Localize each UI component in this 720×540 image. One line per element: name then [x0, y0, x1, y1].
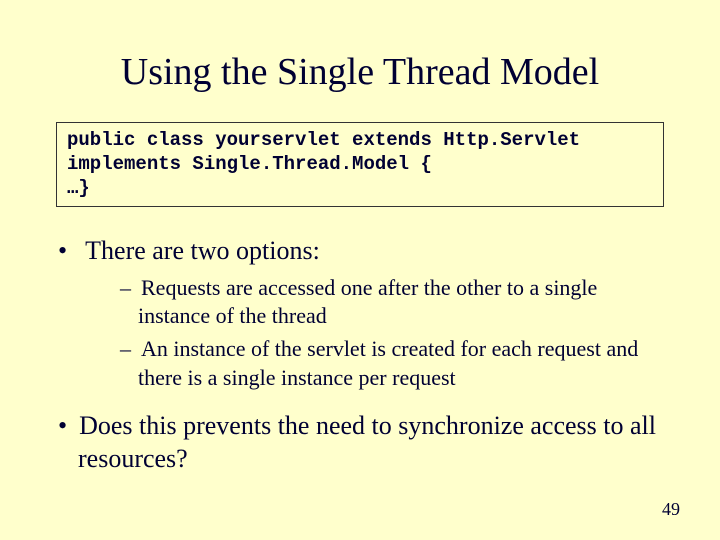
bullet-item: There are two options: Requests are acce… [50, 235, 670, 392]
bullet-item: Does this prevents the need to synchroni… [50, 410, 670, 475]
sub-bullet-item: Requests are accessed one after the othe… [118, 274, 670, 331]
sub-bullet-list: Requests are accessed one after the othe… [118, 274, 670, 392]
bullet-list: There are two options: Requests are acce… [50, 235, 670, 475]
bullet-text: There are two options: [85, 236, 320, 265]
page-number: 49 [662, 499, 680, 520]
slide-title: Using the Single Thread Model [50, 50, 670, 94]
sub-bullet-item: An instance of the servlet is created fo… [118, 335, 670, 392]
code-block: public class yourservlet extends Http.Se… [56, 122, 664, 207]
